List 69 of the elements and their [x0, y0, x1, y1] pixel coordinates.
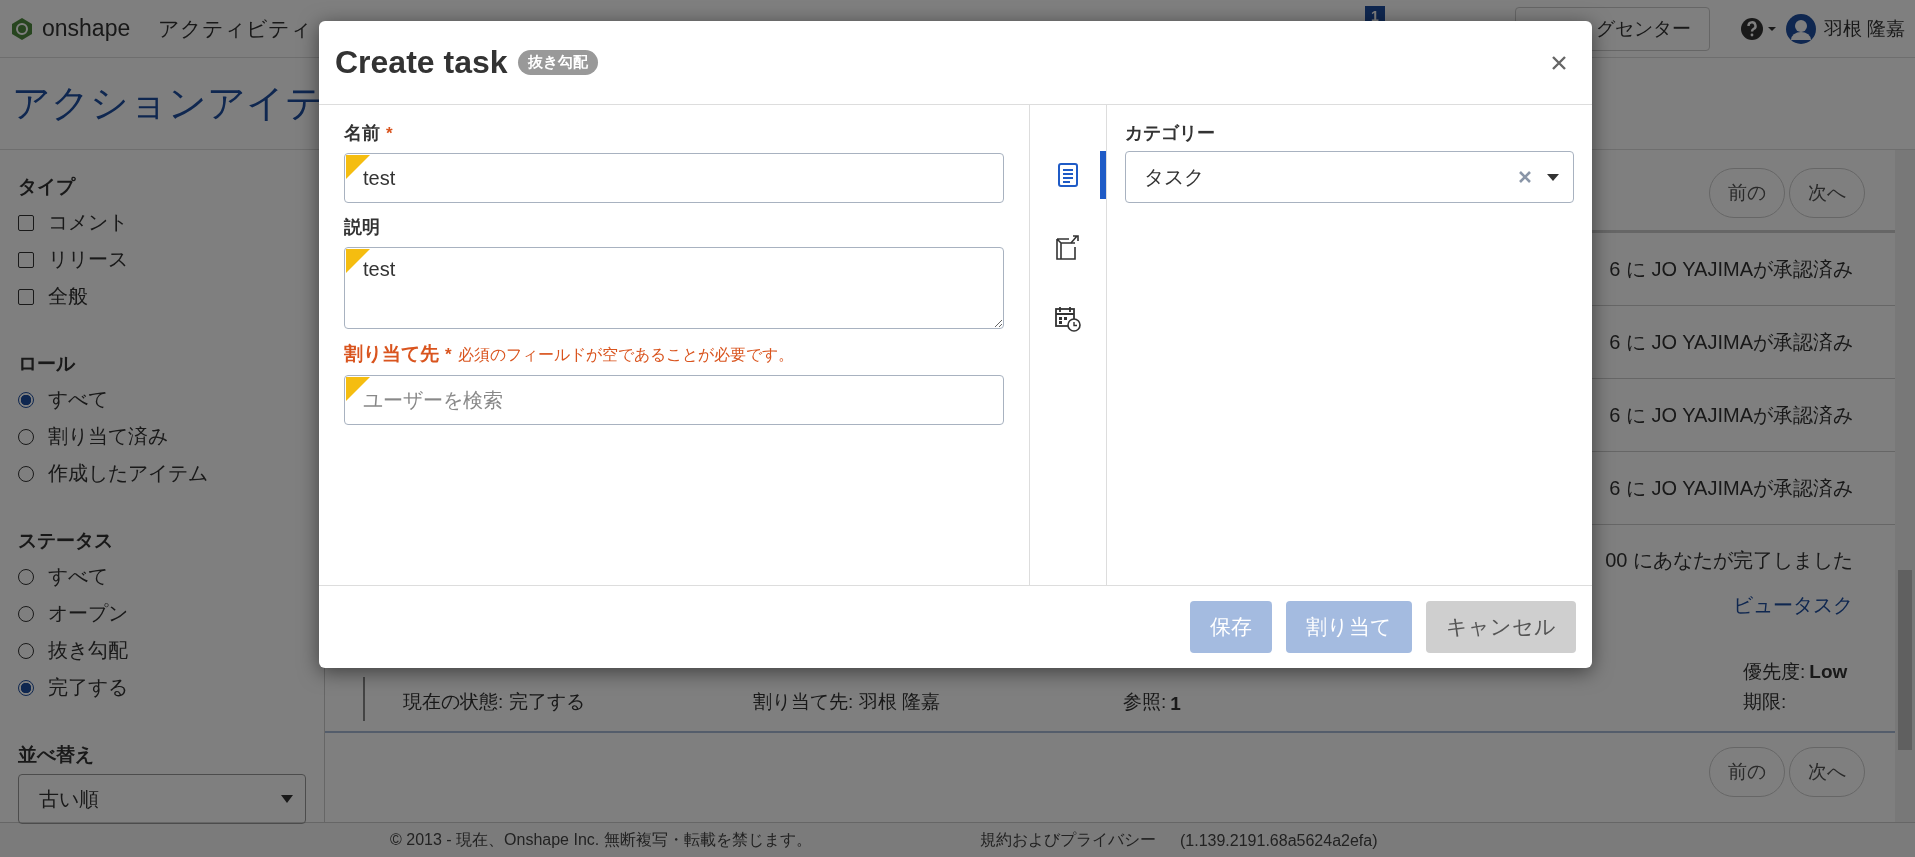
logo-text[interactable]: onshape — [42, 15, 131, 42]
option-label[interactable]: 全般 — [48, 283, 88, 310]
status-badge: 抜き勾配 — [517, 50, 598, 75]
category-dropdown[interactable]: タスク — [1125, 151, 1574, 203]
text-area[interactable]: test — [344, 247, 1004, 329]
pager-button[interactable]: 前の — [1709, 747, 1785, 797]
activity-text: 6 に JO YAJIMAが承認済み — [1609, 402, 1853, 428]
pager-button[interactable]: 次へ — [1789, 747, 1865, 797]
option-label[interactable]: コメント — [48, 209, 128, 236]
filter-group-title: ステータス — [18, 529, 114, 553]
option-label[interactable]: 完了する — [48, 674, 128, 701]
filter-group-title: ロール — [18, 352, 76, 376]
due-label: 期限: — [1743, 691, 1787, 712]
document-icon — [1057, 163, 1079, 187]
checkbox[interactable] — [18, 288, 34, 305]
caret-icon — [281, 795, 293, 803]
footer-text: (1.139.2191.68a5624a2efa) — [1180, 831, 1378, 850]
required-mark: * — [386, 124, 393, 144]
option-label[interactable]: すべて — [48, 386, 108, 413]
scrollbar[interactable] — [1895, 150, 1915, 822]
dialog-button[interactable]: キャンセル — [1426, 601, 1576, 653]
option-label[interactable]: 抜き勾配 — [48, 637, 128, 664]
activity-text: 6 に JO YAJIMAが承認済み — [1609, 256, 1853, 282]
activity-text: 6 に JO YAJIMAが承認済み — [1609, 475, 1853, 501]
nav-link[interactable]: アクティビティ — [158, 14, 313, 43]
field-label: 割り当て先 — [344, 342, 439, 366]
assignee-text: 割り当て先: 羽根 隆嘉 — [753, 690, 941, 714]
option-label[interactable]: 割り当て済み — [48, 423, 168, 450]
radio-button[interactable] — [18, 679, 34, 696]
input-field[interactable]: ユーザーを検索 — [344, 375, 1004, 425]
option-label[interactable]: オープン — [48, 600, 128, 627]
caret-icon — [1547, 173, 1559, 181]
sort-dropdown[interactable]: 古い順 — [18, 774, 306, 824]
field-label: カテゴリー — [1125, 122, 1216, 145]
view-task-link[interactable]: ビュータスク — [1733, 592, 1853, 619]
activity-text: 6 に JO YAJIMAが承認済み — [1609, 329, 1853, 355]
footer-text: © 2013 - 現在、Onshape Inc. 無断複写・転載を禁じます。 — [390, 830, 813, 850]
references-label: 参照: — [1123, 690, 1167, 714]
pager-button[interactable]: 前の — [1709, 168, 1785, 218]
filter-group-title: タイプ — [18, 175, 77, 199]
page-title: アクションアイテ — [12, 81, 324, 126]
close-icon[interactable] — [1552, 55, 1566, 70]
option-label[interactable]: 作成したアイテム — [48, 460, 208, 487]
user-name[interactable]: 羽根 隆嘉 — [1823, 15, 1905, 42]
checkbox[interactable] — [18, 214, 34, 231]
help-icon[interactable] — [1739, 16, 1778, 41]
option-label[interactable]: すべて — [48, 563, 108, 590]
checkbox[interactable] — [18, 251, 34, 268]
avatar-icon[interactable] — [1785, 13, 1816, 44]
priority-value: Low — [1809, 661, 1848, 682]
dialog-title: Create task — [335, 44, 508, 81]
activity-text: 00 にあなたが完了しました — [1605, 548, 1853, 573]
required-mark: * — [445, 345, 452, 365]
error-message: 必須のフィールドが空であることが必要です。 — [457, 345, 794, 365]
box-link-icon — [1055, 233, 1081, 261]
footer-text: 規約およびプライバシー — [980, 830, 1157, 850]
pager-button[interactable]: 次へ — [1789, 168, 1865, 218]
status-text: 現在の状態: 完了する — [403, 690, 586, 714]
clear-icon[interactable] — [1519, 171, 1531, 183]
field-label: 名前 — [344, 122, 380, 145]
input-field[interactable]: test — [344, 153, 1004, 203]
logo-icon — [10, 16, 34, 41]
calendar-clock-icon — [1054, 305, 1082, 333]
field-label: 説明 — [344, 216, 380, 239]
sort-title: 並べ替え — [18, 743, 95, 767]
radio-button[interactable] — [18, 391, 34, 408]
references-value: 1 — [1170, 693, 1181, 715]
option-label[interactable]: リリース — [48, 246, 128, 273]
priority-label: 優先度: — [1743, 661, 1806, 682]
